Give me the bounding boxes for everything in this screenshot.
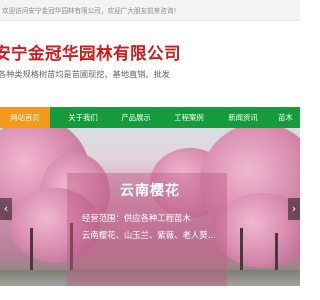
chevron-right-icon[interactable]: › — [288, 198, 300, 220]
banner-trunk — [30, 228, 33, 272]
banner-trunk — [275, 233, 278, 271]
nav-seedlings[interactable]: 苗木 — [278, 107, 308, 128]
welcome-text: 欢迎访问安宁金冠华园林有限公司，欢迎广大朋友前来咨询！ — [2, 7, 181, 15]
banner-slider: 云南樱花 经营范围：供应各种工程苗木 云南樱花、山玉兰、紫薇、老人葵… — [0, 128, 300, 286]
banner-products-line: 云南樱花、山玉兰、紫薇、老人葵… — [82, 230, 216, 240]
nav-products[interactable]: 产品展示 — [111, 107, 161, 128]
banner-trunk — [240, 228, 243, 272]
nav-cases[interactable]: 工程案例 — [164, 107, 214, 128]
chevron-left-icon[interactable]: ‹ — [0, 198, 12, 220]
nav-about[interactable]: 关于我们 — [58, 107, 108, 128]
company-name: 安宁金冠华园林有限公司 — [0, 44, 181, 63]
top-bar: 欢迎访问安宁金冠华园林有限公司，欢迎广大朋友前来咨询！ — [0, 0, 300, 21]
main-nav: 网站首页 关于我们 产品展示 工程案例 新闻资讯 苗木 — [0, 107, 300, 128]
nav-news[interactable]: 新闻资讯 — [218, 107, 268, 128]
slogan: 各种类规格树苗均是苗圃现挖、基地直销、批发 — [0, 69, 170, 79]
nav-home[interactable]: 网站首页 — [0, 107, 50, 128]
banner-scope-line: 经营范围：供应各种工程苗木 — [82, 213, 191, 223]
banner-title: 云南樱花 — [120, 183, 180, 199]
